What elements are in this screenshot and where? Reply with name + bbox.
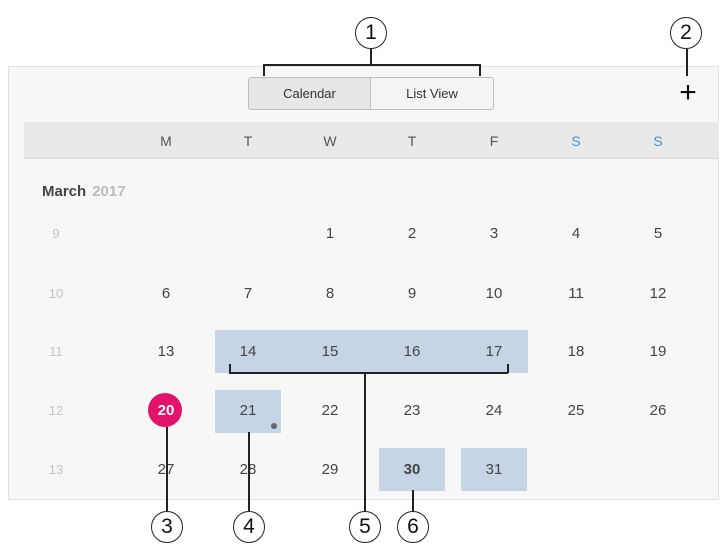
weekday-label-weekend: S bbox=[571, 133, 581, 149]
calendar-day[interactable]: 7 bbox=[228, 285, 268, 302]
week-number: 10 bbox=[48, 286, 64, 301]
calendar-day[interactable]: 5 bbox=[638, 225, 678, 242]
callout-2: 2 bbox=[670, 17, 702, 49]
callout-bracket bbox=[263, 64, 265, 76]
calendar-day[interactable]: 8 bbox=[310, 285, 350, 302]
calendar-day[interactable]: 11 bbox=[556, 285, 596, 302]
weekday-header-row bbox=[24, 122, 719, 159]
event-dot-icon bbox=[271, 423, 277, 429]
calendar-day[interactable]: 2 bbox=[392, 225, 432, 242]
callout-bracket bbox=[507, 364, 509, 373]
callout-line bbox=[412, 490, 414, 511]
weekday-label-weekend: S bbox=[653, 133, 663, 149]
callout-6: 6 bbox=[397, 511, 429, 543]
calendar-day[interactable]: 15 bbox=[310, 343, 350, 360]
callout-line bbox=[686, 49, 688, 76]
calendar-day[interactable]: 25 bbox=[556, 402, 596, 419]
weekday-label: T bbox=[407, 133, 417, 149]
callout-4: 4 bbox=[233, 511, 265, 543]
calendar-day[interactable]: 24 bbox=[474, 402, 514, 419]
calendar-day[interactable]: 19 bbox=[638, 343, 678, 360]
calendar-day[interactable]: 17 bbox=[474, 343, 514, 360]
week-number: 9 bbox=[52, 226, 60, 241]
callout-bracket bbox=[229, 364, 231, 373]
calendar-day-today[interactable]: 20 bbox=[146, 402, 186, 419]
callout-line bbox=[364, 372, 366, 511]
weekday-label: T bbox=[243, 133, 253, 149]
weekday-label: M bbox=[160, 133, 172, 149]
calendar-day[interactable]: 1 bbox=[310, 225, 350, 242]
callout-5: 5 bbox=[349, 511, 381, 543]
callout-3: 3 bbox=[151, 511, 183, 543]
calendar-day[interactable]: 3 bbox=[474, 225, 514, 242]
callout-line bbox=[166, 427, 168, 511]
calendar-day[interactable]: 29 bbox=[310, 461, 350, 478]
callout-bracket bbox=[263, 64, 480, 66]
calendar-day[interactable]: 21 bbox=[228, 402, 268, 419]
callout-bracket bbox=[479, 64, 481, 76]
week-number: 12 bbox=[48, 403, 64, 418]
calendar-day[interactable]: 18 bbox=[556, 343, 596, 360]
calendar-view-button[interactable]: Calendar bbox=[248, 77, 371, 110]
callout-line bbox=[248, 432, 250, 511]
add-event-button[interactable]: + bbox=[673, 78, 703, 108]
month-year: 2017 bbox=[92, 183, 126, 200]
weekday-label: F bbox=[489, 133, 499, 149]
plus-icon: + bbox=[679, 76, 697, 109]
callout-bracket bbox=[229, 372, 508, 374]
callout-line bbox=[370, 49, 372, 64]
calendar-day[interactable]: 30 bbox=[392, 461, 432, 478]
calendar-day[interactable]: 12 bbox=[638, 285, 678, 302]
callout-1: 1 bbox=[355, 17, 387, 49]
calendar-day[interactable]: 16 bbox=[392, 343, 432, 360]
calendar-day[interactable]: 4 bbox=[556, 225, 596, 242]
week-number: 11 bbox=[49, 344, 63, 359]
calendar-day[interactable]: 26 bbox=[638, 402, 678, 419]
list-view-button[interactable]: List View bbox=[370, 77, 494, 110]
weekday-label: W bbox=[323, 133, 337, 149]
calendar-day[interactable]: 13 bbox=[146, 343, 186, 360]
calendar-day[interactable]: 10 bbox=[474, 285, 514, 302]
calendar-day[interactable]: 31 bbox=[474, 461, 514, 478]
calendar-day[interactable]: 23 bbox=[392, 402, 432, 419]
calendar-day[interactable]: 22 bbox=[310, 402, 350, 419]
month-name: March bbox=[42, 183, 87, 200]
calendar-day[interactable]: 9 bbox=[392, 285, 432, 302]
week-number: 13 bbox=[48, 462, 64, 477]
calendar-day[interactable]: 6 bbox=[146, 285, 186, 302]
month-header: March 2017 bbox=[42, 183, 126, 200]
calendar-day[interactable]: 14 bbox=[228, 343, 268, 360]
